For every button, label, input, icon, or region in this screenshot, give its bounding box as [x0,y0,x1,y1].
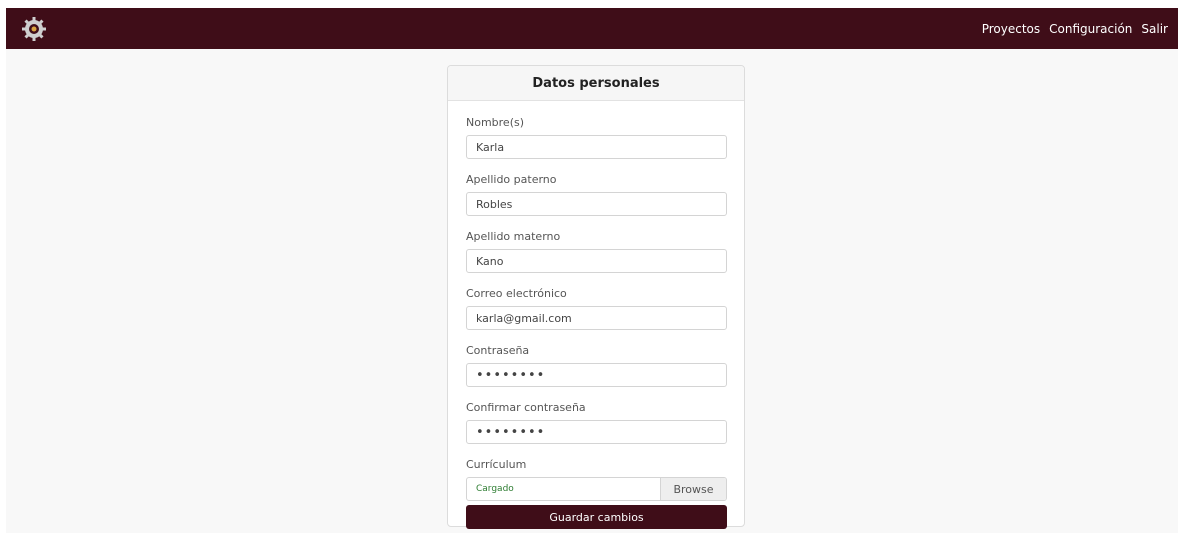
page-background: Proyectos Configuración Salir Datos pers… [6,8,1178,533]
paternal-surname-input[interactable] [466,192,727,216]
password-input[interactable] [466,363,727,387]
nav-link-proyectos[interactable]: Proyectos [982,22,1040,36]
nav-link-salir[interactable]: Salir [1141,22,1168,36]
nav-link-configuracion[interactable]: Configuración [1049,22,1132,36]
card-body: Nombre(s) Apellido paterno Apellido mate… [448,101,744,529]
paternal-surname-label: Apellido paterno [466,173,557,186]
maternal-surname-input[interactable] [466,249,727,273]
save-changes-button[interactable]: Guardar cambios [466,505,727,529]
top-navbar: Proyectos Configuración Salir [6,8,1178,49]
file-status-text: Cargado [476,484,514,494]
email-label: Correo electrónico [466,287,567,300]
confirm-password-input[interactable] [466,420,727,444]
maternal-surname-label: Apellido materno [466,230,561,243]
browse-button[interactable]: Browse [660,478,726,500]
curriculum-label: Currículum [466,458,527,471]
curriculum-file-input[interactable]: Cargado Browse [466,477,727,501]
card-title: Datos personales [448,66,744,101]
first-name-input[interactable] [466,135,727,159]
password-label: Contraseña [466,344,530,357]
first-name-label: Nombre(s) [466,116,525,129]
nav-links: Proyectos Configuración Salir [982,22,1168,36]
logo-gear-icon[interactable] [20,15,48,43]
personal-data-card: Datos personales Nombre(s) Apellido pate… [447,65,745,529]
confirm-password-label: Confirmar contraseña [466,401,586,414]
email-input[interactable] [466,306,727,330]
